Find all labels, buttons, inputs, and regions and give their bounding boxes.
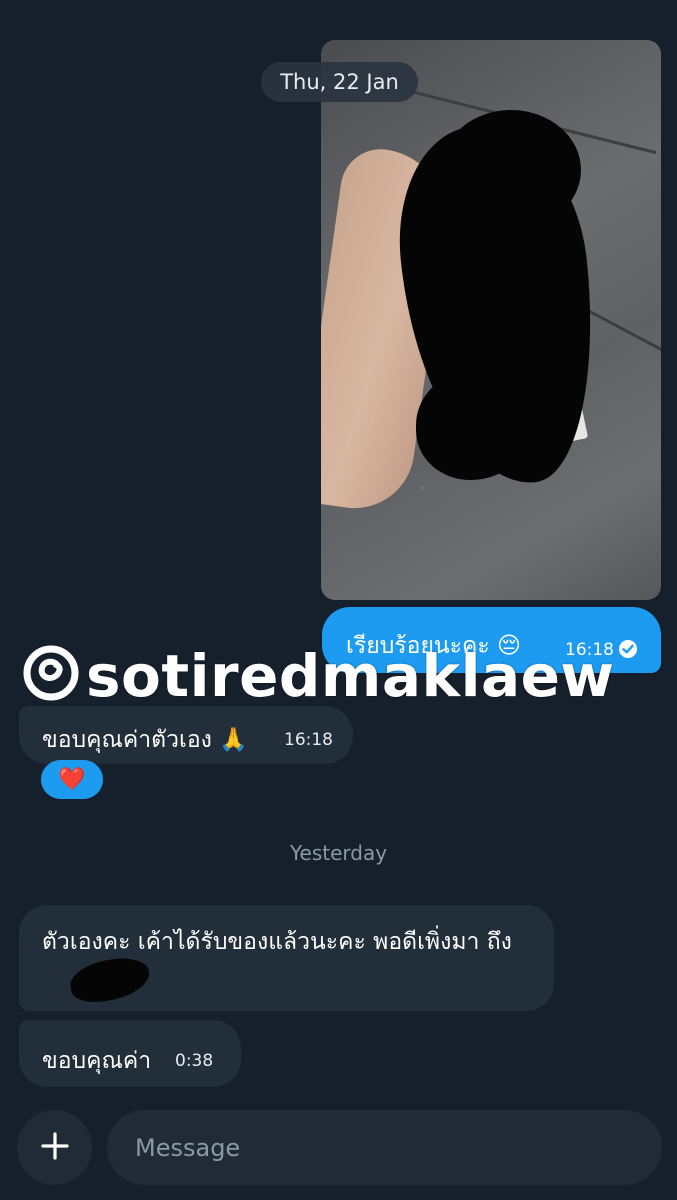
watermark: sotiredmaklaew: [22, 642, 615, 716]
day-divider: Yesterday: [289, 841, 388, 865]
message-input[interactable]: [107, 1110, 662, 1185]
incoming-message-text: ขอบคุณค่าตัวเอง 🙏: [42, 727, 248, 753]
check-circle-icon: [619, 640, 637, 658]
photo-message[interactable]: [321, 40, 661, 600]
date-separator: Thu, 22 Jan: [261, 62, 418, 102]
watermark-text: sotiredmaklaew: [86, 642, 615, 710]
incoming-message-text: ตัวเองคะ เค้าได้รับของแล้วนะคะ พอดีเพิ่ง…: [42, 929, 512, 955]
redaction-scribble: [441, 110, 581, 230]
incoming-message-time: 16:18: [284, 730, 333, 750]
incoming-message-text: ขอบคุณค่า: [42, 1048, 152, 1074]
plus-icon: [40, 1131, 70, 1165]
threads-logo-icon: [22, 644, 80, 716]
incoming-message-time: 0:38: [175, 1051, 214, 1071]
heart-reaction[interactable]: ❤️: [41, 760, 103, 799]
add-attachment-button[interactable]: [17, 1110, 92, 1185]
